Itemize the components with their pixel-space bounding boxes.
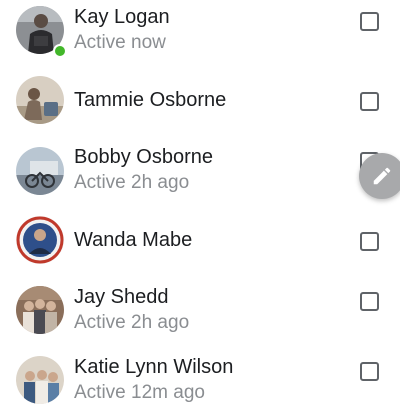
avatar: [16, 216, 64, 264]
contact-status: Active 2h ago: [74, 312, 190, 333]
select-checkbox[interactable]: [360, 92, 379, 111]
contact-row[interactable]: Bobby Osborne Active 2h ago: [0, 140, 400, 210]
avatar: [16, 76, 64, 124]
compose-button[interactable]: [359, 153, 400, 199]
avatar: [16, 356, 64, 404]
online-status-dot: [53, 44, 67, 58]
contact-status: Active now: [74, 32, 166, 53]
avatar: [16, 286, 64, 334]
contact-row[interactable]: Katie Lynn Wilson Active 12m ago: [0, 350, 400, 420]
contact-name: Wanda Mabe: [74, 229, 193, 251]
contact-row[interactable]: Kay Logan Active now: [0, 0, 400, 70]
select-checkbox[interactable]: [360, 362, 379, 381]
contact-name: Bobby Osborne: [74, 146, 213, 168]
select-checkbox[interactable]: [360, 232, 379, 251]
contact-list: Kay Logan Active now Tammie Osborne Bobb…: [0, 0, 400, 404]
contact-name: Katie Lynn Wilson: [74, 356, 234, 378]
contact-status: Active 12m ago: [74, 382, 205, 403]
contact-row[interactable]: Jay Shedd Active 2h ago: [0, 280, 400, 350]
contact-row[interactable]: Wanda Mabe: [0, 210, 400, 280]
contact-status: Active 2h ago: [74, 172, 190, 193]
select-checkbox[interactable]: [360, 12, 379, 31]
contact-name: Kay Logan: [74, 6, 170, 28]
pencil-icon: [373, 167, 391, 185]
avatar: [16, 147, 64, 195]
contact-name: Tammie Osborne: [74, 89, 227, 111]
contact-row[interactable]: Tammie Osborne: [0, 70, 400, 140]
select-checkbox[interactable]: [360, 292, 379, 311]
contact-name: Jay Shedd: [74, 286, 169, 308]
